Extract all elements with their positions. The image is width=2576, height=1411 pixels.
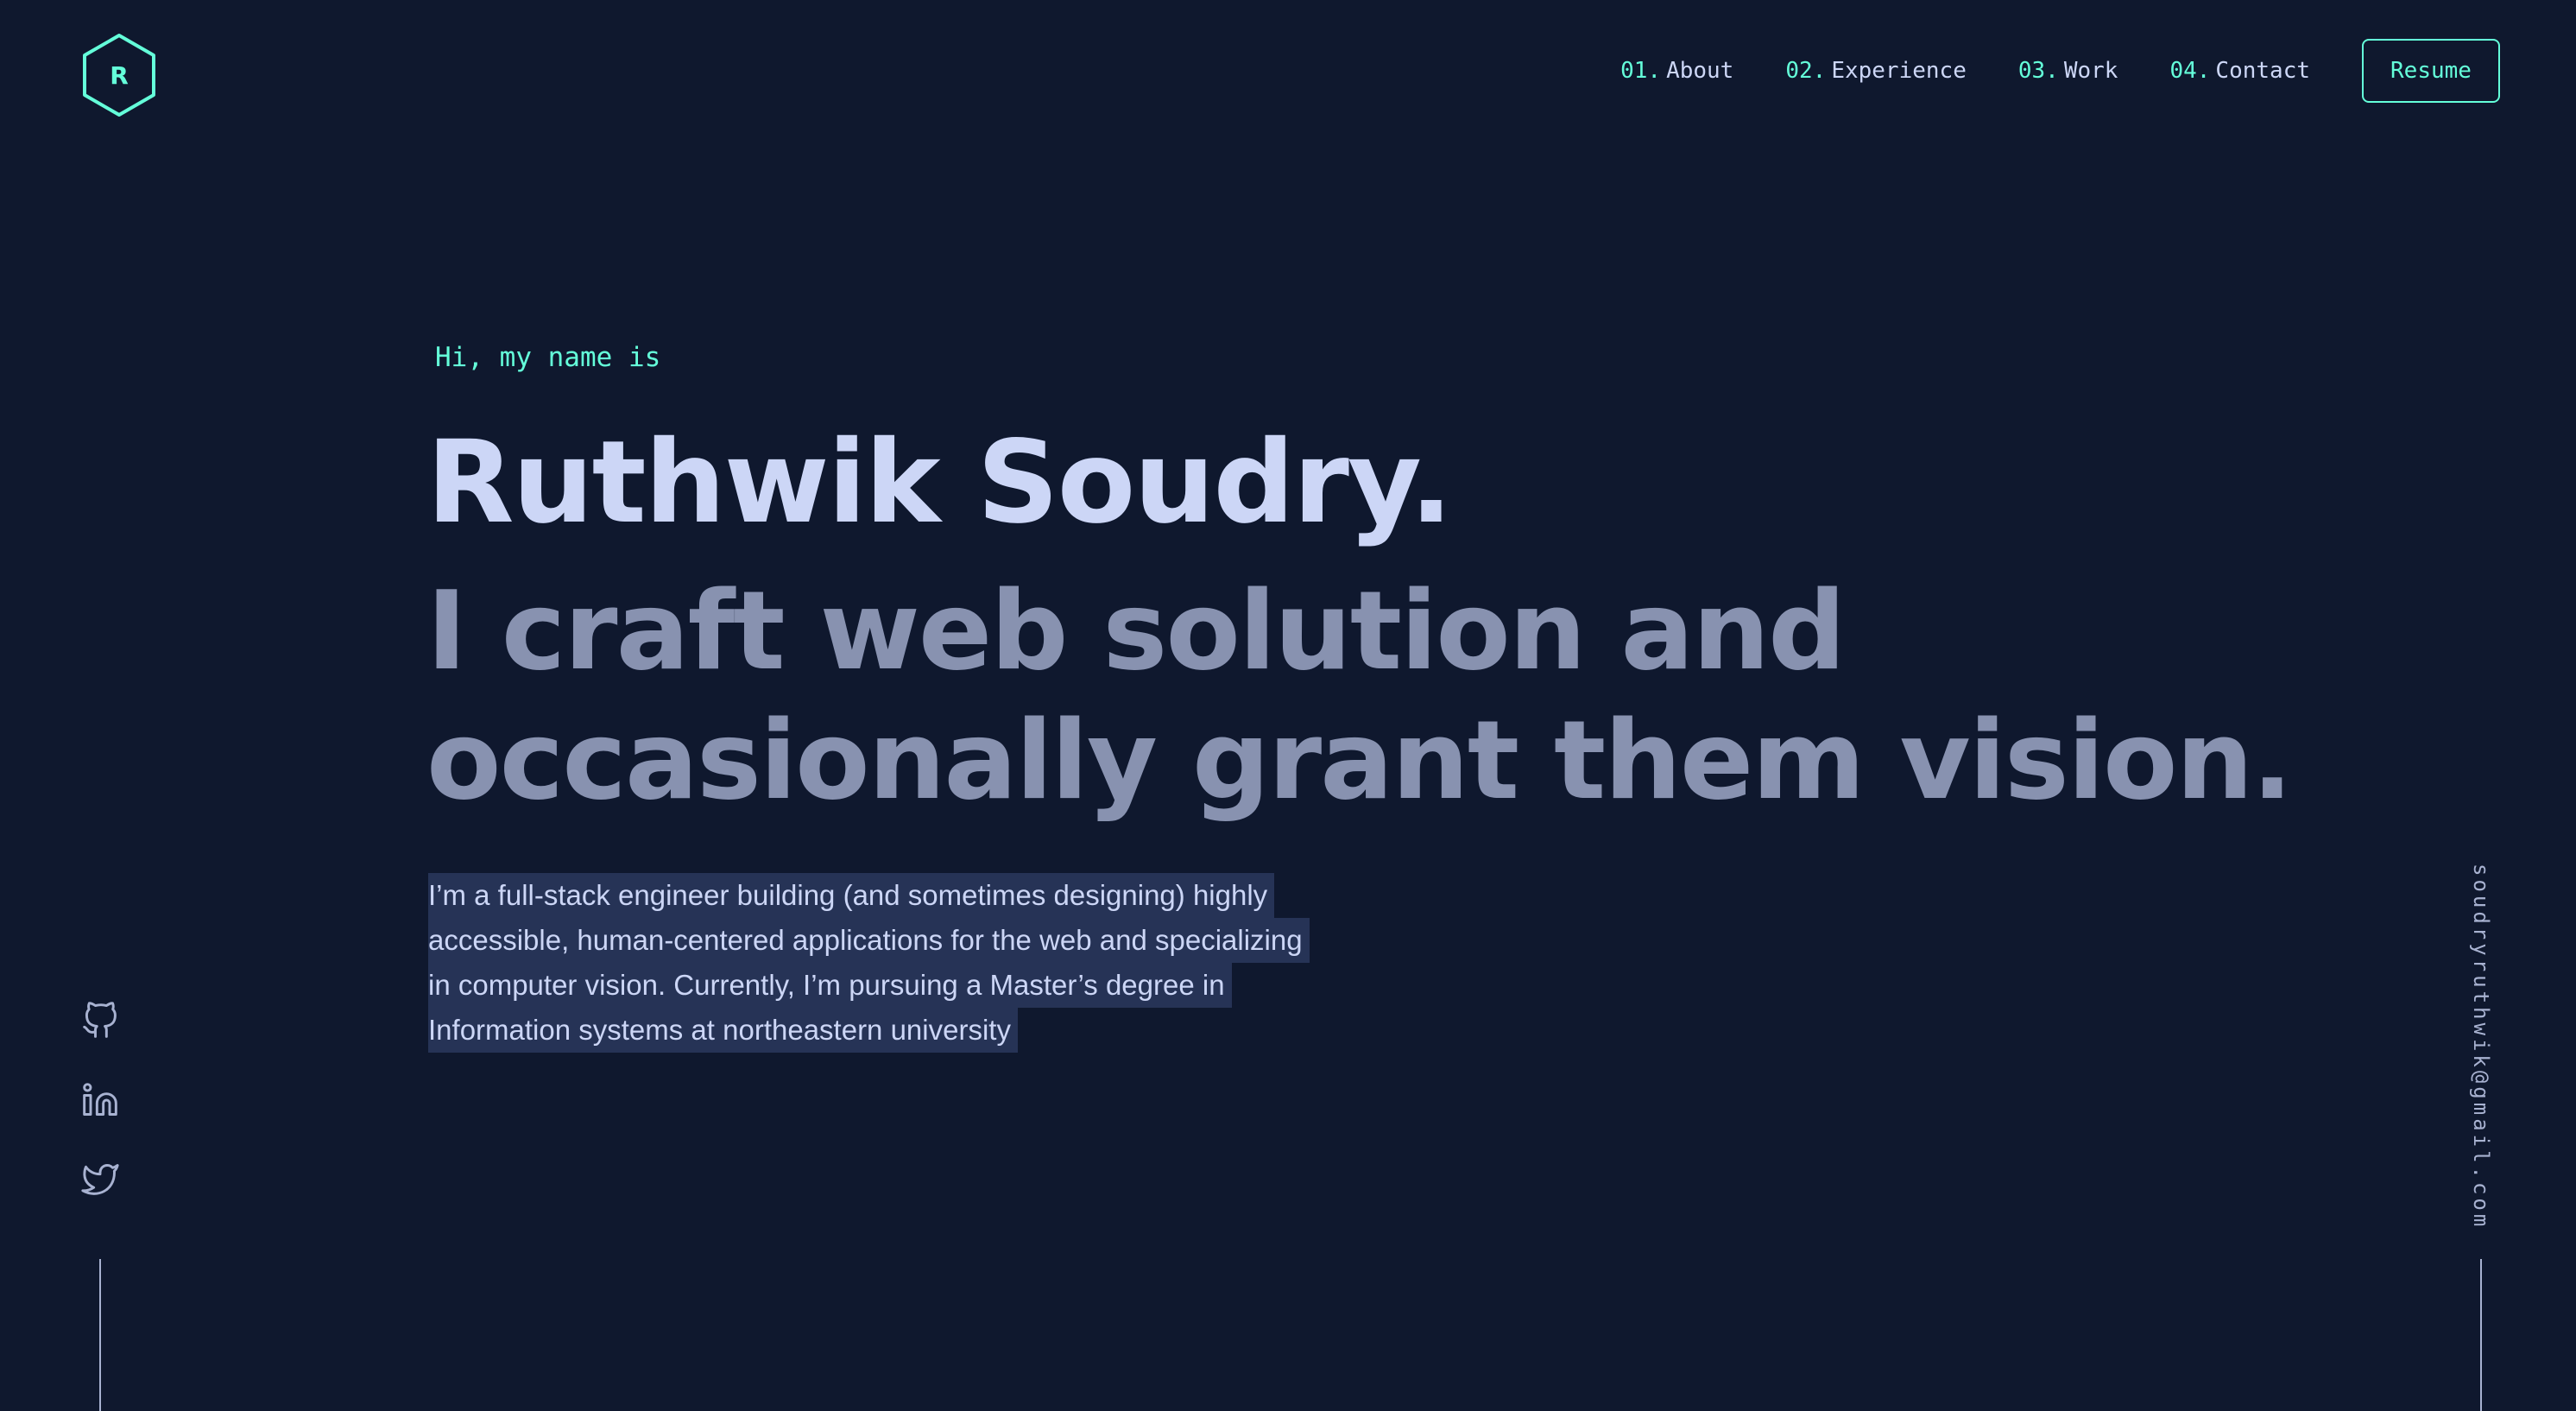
hero-tagline: I craft web solution and occasionally gr… (426, 566, 2293, 826)
github-icon (83, 1002, 117, 1038)
twitter-icon (81, 1164, 119, 1195)
nav-label: Work (2063, 58, 2118, 84)
nav-item-work[interactable]: 03. Work (2018, 58, 2118, 84)
linkedin-link[interactable] (81, 1081, 119, 1119)
logo[interactable]: R (81, 33, 157, 117)
linkedin-icon (83, 1083, 117, 1116)
email-link[interactable]: soudryruthwik@gmail.com (2469, 864, 2493, 1230)
hero-name: Ruthwik Soudry. (426, 416, 1453, 549)
github-link[interactable] (81, 1002, 119, 1040)
main-nav: 01. About 02. Experience 03. Work 04. Contac… (1569, 36, 2500, 105)
hero-bio: I’m a full-stack engineer building (and … (428, 873, 1310, 1053)
nav-label: About (1666, 58, 1734, 84)
left-divider-line (99, 1259, 101, 1411)
bio-line: in computer vision. Currently, I’m pursu… (428, 963, 1232, 1008)
logo-letter: R (110, 60, 129, 90)
nav-number: 02. (1785, 58, 1827, 84)
resume-button[interactable]: Resume (2362, 39, 2500, 103)
right-divider-line (2480, 1259, 2482, 1411)
nav-item-contact[interactable]: 04. Contact (2169, 58, 2310, 84)
intro-text: Hi, my name is (435, 342, 661, 373)
social-links (81, 1002, 119, 1240)
bio-line: accessible, human-centered applications … (428, 918, 1310, 963)
bio-line: I’m a full-stack engineer building (and … (428, 873, 1275, 918)
tagline-line: I craft web solution and (426, 567, 1846, 694)
nav-label: Contact (2215, 58, 2310, 84)
nav-item-about[interactable]: 01. About (1620, 58, 1733, 84)
nav-item-experience[interactable]: 02. Experience (1785, 58, 1967, 84)
twitter-link[interactable] (81, 1161, 119, 1199)
bio-line: Information systems at northeastern univ… (428, 1008, 1018, 1053)
nav-label: Experience (1831, 58, 1967, 84)
nav-number: 04. (2169, 58, 2211, 84)
nav-number: 03. (2017, 58, 2059, 84)
tagline-line: occasionally grant them vision. (426, 697, 2293, 824)
nav-number: 01. (1620, 58, 1662, 84)
